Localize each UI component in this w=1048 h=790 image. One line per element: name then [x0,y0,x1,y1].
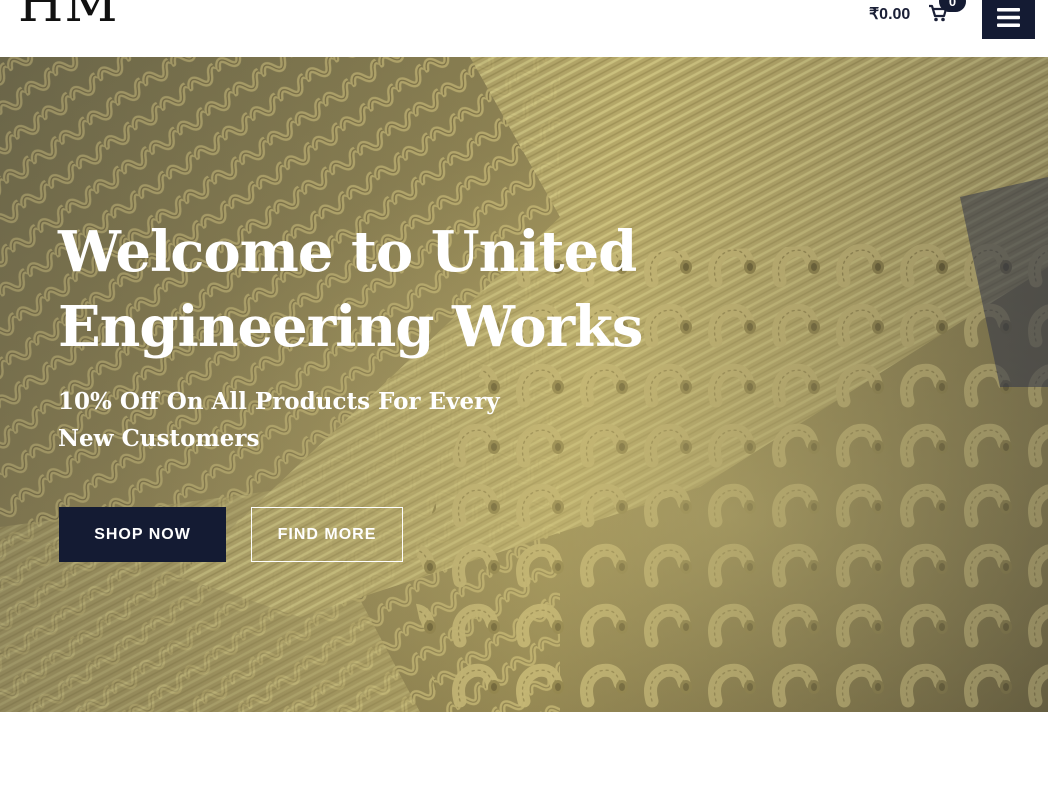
hero-banner: Welcome to United Engineering Works 10% … [0,57,1048,712]
site-header: HM ₹0.00 0 [0,0,1048,57]
cart-count-badge: 0 [939,0,966,12]
find-more-button[interactable]: FIND MORE [251,507,403,562]
hamburger-menu-icon [997,8,1020,27]
hero-subtitle: 10% Off On All Products For Every New Cu… [58,388,500,452]
shop-now-button[interactable]: SHOP NOW [59,507,226,562]
site-logo[interactable]: HM [18,0,119,30]
cart-total[interactable]: ₹0.00 [869,4,910,24]
hero-title: Welcome to United Engineering Works [58,219,643,360]
menu-button[interactable] [982,0,1035,39]
